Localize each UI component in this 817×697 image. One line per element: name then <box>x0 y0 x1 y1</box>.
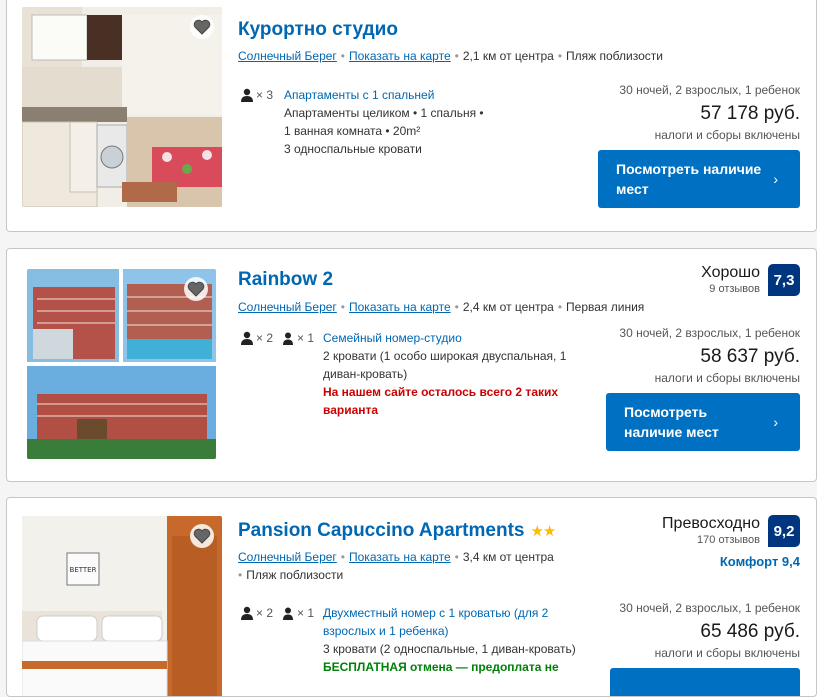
property-card: Rainbow 2 Солнечный Берег • Показать на ка… <box>6 248 817 482</box>
children-count: × 1 <box>297 331 315 345</box>
city-link[interactable]: Солнечный Берег <box>238 550 337 564</box>
scarcity-warning: На нашем сайте осталось всего 2 таких <box>323 385 559 399</box>
room-type-link[interactable]: взрослых и 1 ребенка) <box>323 622 576 640</box>
children-count: × 1 <box>297 606 315 620</box>
room-type-link[interactable]: Семейный номер-студио <box>323 329 566 347</box>
location-line-2: • Пляж поблизости <box>238 568 343 582</box>
chevron-right-icon: › <box>773 414 778 430</box>
taxes-note: налоги и сборы включены <box>654 371 800 385</box>
separator-dot: • <box>238 568 243 582</box>
separator-dot: • <box>340 550 345 564</box>
favorite-heart-icon[interactable] <box>190 524 214 548</box>
separator-dot: • <box>454 550 459 564</box>
distance-text: 3,4 км от центра <box>462 550 554 564</box>
stay-summary: 30 ночей, 2 взрослых, 1 ребенок <box>619 601 800 615</box>
room-type-link[interactable]: Двухместный номер с 1 кроватью (для 2 <box>323 604 576 622</box>
room-type-link[interactable]: Апартаменты с 1 спальней <box>284 86 484 104</box>
button-label: наличие мест <box>624 424 719 440</box>
location-extra: Пляж поблизости <box>246 568 344 582</box>
location-line: Солнечный Берег • Показать на карте • 2,1 км… <box>238 49 663 63</box>
room-detail: 1 ванная комната • 20m² <box>284 124 421 138</box>
scarcity-warning: варианта <box>323 403 379 417</box>
adult-icon <box>241 606 253 620</box>
check-availability-button[interactable]: Посмотреть наличие мест › <box>598 150 800 208</box>
property-photo[interactable] <box>22 7 222 207</box>
price: 57 178 руб. <box>700 103 800 124</box>
review-text: Превосходно 170 отзывов <box>662 515 760 547</box>
location-line: Солнечный Берег • Показать на карте • 2,4 км… <box>238 300 644 314</box>
property-title[interactable]: Pansion Capuccino Apartments ★★ <box>238 520 556 542</box>
star-rating: ★★ <box>530 523 556 540</box>
room-info: Двухместный номер с 1 кроватью (для 2 вз… <box>323 604 576 676</box>
separator-dot: • <box>340 300 345 314</box>
property-card: BETTER Pansion Capuccino Apartments ★★ Со… <box>6 497 817 697</box>
occupancy: × 2 × 1 <box>240 606 318 620</box>
occupancy: × 2 × 1 <box>240 331 318 345</box>
taxes-note: налоги и сборы включены <box>654 128 800 142</box>
review-score[interactable]: Превосходно 170 отзывов 9,2 <box>662 515 800 547</box>
city-link[interactable]: Солнечный Берег <box>238 300 337 314</box>
child-icon <box>283 332 294 345</box>
bed-info: 3 односпальные кровати <box>284 142 422 156</box>
score-badge: 7,3 <box>768 264 800 296</box>
child-icon <box>283 607 294 620</box>
adults-count: × 2 <box>256 606 274 620</box>
bed-info: 2 кровати (1 особо широкая двуспальная, … <box>323 349 567 363</box>
property-photo[interactable] <box>27 269 216 459</box>
separator-dot: • <box>454 300 459 314</box>
review-score[interactable]: Хорошо 9 отзывов 7,3 <box>701 264 800 296</box>
stay-summary: 30 ночей, 2 взрослых, 1 ребенок <box>619 326 800 340</box>
taxes-note: налоги и сборы включены <box>654 646 800 660</box>
property-card: Курортно студио Солнечный Берег • Показать… <box>6 0 817 232</box>
stay-summary: 30 ночей, 2 взрослых, 1 ребенок <box>619 83 800 97</box>
separator-dot: • <box>340 49 345 63</box>
show-map-link[interactable]: Показать на карте <box>349 300 451 314</box>
score-badge: 9,2 <box>768 515 800 547</box>
adults-count: × 2 <box>256 331 274 345</box>
button-label: Посмотреть <box>624 404 708 420</box>
show-map-link[interactable]: Показать на карте <box>349 49 451 63</box>
bed-info: 3 кровати (2 односпальные, 1 диван-крова… <box>323 642 576 656</box>
review-count: 170 отзывов <box>697 534 760 546</box>
favorite-heart-icon[interactable] <box>190 15 214 39</box>
property-photo[interactable]: BETTER <box>22 516 222 696</box>
free-cancellation: БЕСПЛАТНАЯ отмена — предоплата не <box>323 660 559 674</box>
button-label: мест <box>616 181 649 197</box>
property-title[interactable]: Курортно студио <box>238 19 398 41</box>
separator-dot: • <box>454 49 459 63</box>
separator-dot: • <box>557 300 563 314</box>
review-word: Хорошо <box>701 264 760 281</box>
favorite-heart-icon[interactable] <box>184 277 208 301</box>
adults-count: × 3 <box>256 88 274 102</box>
check-availability-button[interactable] <box>610 668 800 696</box>
room-detail: Апартаменты целиком • 1 спальня • <box>284 106 484 120</box>
bed-info: диван-кровать) <box>323 367 408 381</box>
occupancy: × 3 <box>240 88 277 102</box>
adult-icon <box>241 88 253 102</box>
distance-text: 2,1 км от центра <box>462 49 554 63</box>
property-title[interactable]: Rainbow 2 <box>238 269 333 291</box>
show-map-link[interactable]: Показать на карте <box>349 550 451 564</box>
kitchen-photo <box>22 7 222 207</box>
property-title-text: Pansion Capuccino Apartments <box>238 520 525 541</box>
adult-icon <box>241 331 253 345</box>
price: 58 637 руб. <box>700 346 800 367</box>
button-label: Посмотреть наличие <box>616 161 762 177</box>
distance-text: 2,4 км от центра <box>462 300 554 314</box>
review-text: Хорошо 9 отзывов <box>701 264 760 296</box>
check-availability-button[interactable]: Посмотреть наличие мест › <box>606 393 800 451</box>
separator-dot: • <box>557 49 563 63</box>
review-count: 9 отзывов <box>709 283 760 295</box>
review-word: Превосходно <box>662 515 760 532</box>
city-link[interactable]: Солнечный Берег <box>238 49 337 63</box>
price: 65 486 руб. <box>700 621 800 642</box>
room-info: Семейный номер-студио 2 кровати (1 особо… <box>323 329 566 419</box>
chevron-right-icon: › <box>773 171 778 187</box>
location-extra: Пляж поблизости <box>566 49 663 63</box>
room-info: Апартаменты с 1 спальней Апартаменты цел… <box>284 86 484 158</box>
location-line: Солнечный Берег • Показать на карте • 3,4 км… <box>238 550 554 564</box>
comfort-score: Комфорт 9,4 <box>719 554 800 569</box>
location-extra: Первая линия <box>566 300 645 314</box>
photo-sign-text: BETTER <box>70 566 97 574</box>
